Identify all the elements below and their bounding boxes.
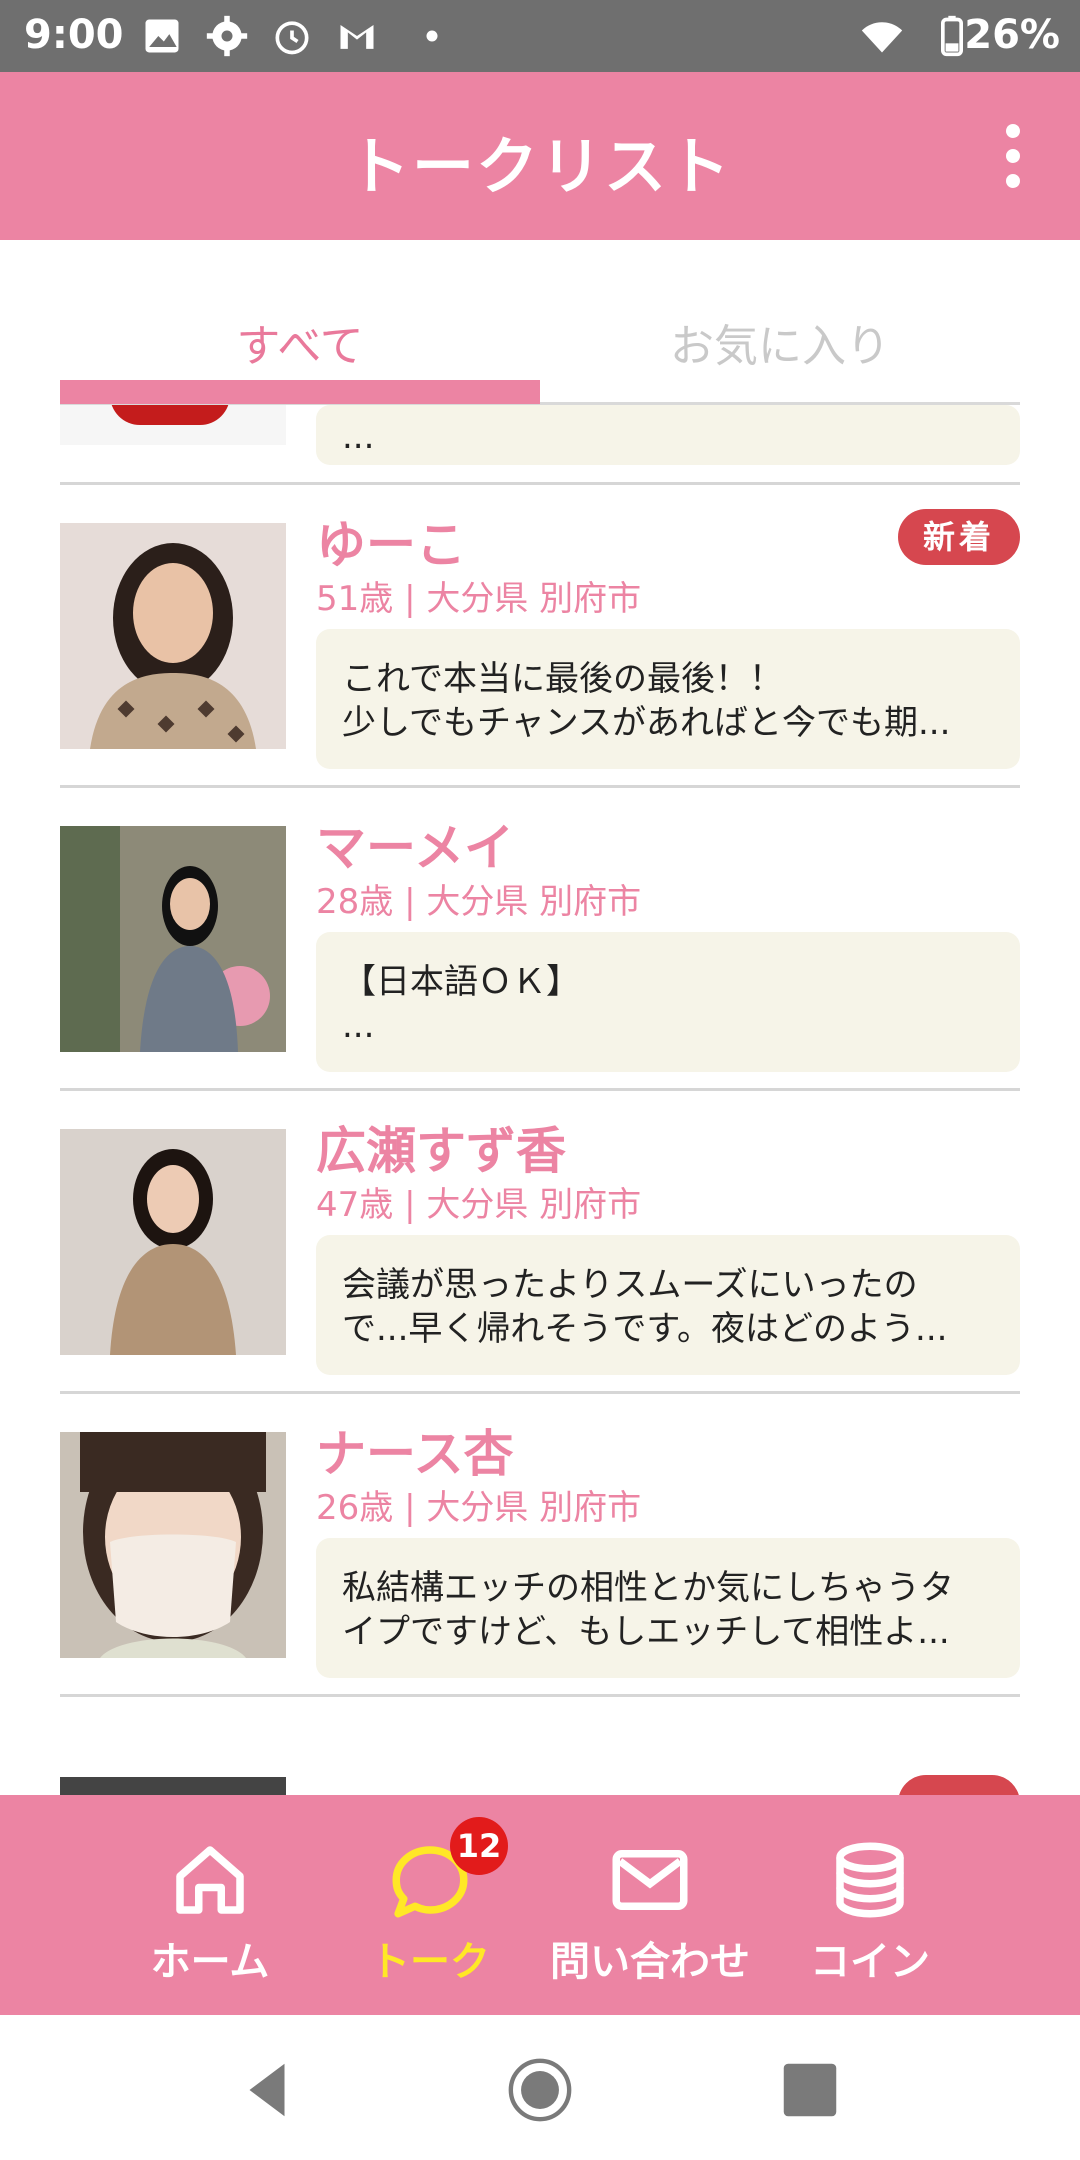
back-icon[interactable] [232, 2055, 302, 2125]
battery-percent: 26% [964, 12, 1060, 58]
unread-count-badge: 12 [450, 1817, 508, 1875]
list-item[interactable]: マーメイ 28歳 | 大分県 別府市 【日本語ＯＫ】 ... [60, 788, 1020, 1091]
avatar [60, 1777, 286, 1795]
avatar [60, 405, 286, 445]
settings-icon [206, 15, 248, 57]
tab-bar: すべて お気に入り [60, 240, 1020, 406]
avatar [60, 523, 286, 749]
tab-all[interactable]: すべて [60, 310, 540, 374]
user-name: ゆーこ [316, 516, 466, 574]
gmail-icon [340, 25, 374, 49]
home-button-icon[interactable] [505, 2055, 575, 2125]
home-icon [176, 1846, 244, 1914]
list-item[interactable]: ゆーこ 新着 51歳 | 大分県 別府市 これで本当に最後の最後！！ 少しでもチ… [60, 485, 1020, 788]
nav-talk[interactable]: 12 トーク [320, 1795, 540, 2015]
message-preview: ... [316, 405, 1020, 465]
system-navigation-bar [0, 2015, 1080, 2160]
coins-icon [836, 1842, 904, 1918]
message-preview: 【日本語ＯＫ】 ... [316, 932, 1020, 1072]
avatar [60, 826, 286, 1052]
alarm-icon [275, 21, 309, 55]
message-preview: これで本当に最後の最後！！ 少しでもチャンスがあればと今でも期... [316, 629, 1020, 769]
list-item[interactable]: 広瀬すず香 47歳 | 大分県 別府市 会議が思ったよりスムーズにいったの で.… [60, 1091, 1020, 1394]
image-icon [145, 19, 179, 53]
mail-icon [612, 1850, 688, 1910]
message-preview: 私結構エッチの相性とか気にしちゃうタ イプですけど、もしエッチして相性よ... [316, 1538, 1020, 1678]
status-bar: 9:00 26% [0, 0, 1080, 72]
user-name: ナース杏 [316, 1425, 514, 1483]
bottom-navigation: ホーム 12 トーク 問い合わせ コイン [0, 1795, 1080, 2015]
avatar [60, 1432, 286, 1658]
nav-home[interactable]: ホーム [100, 1795, 320, 2015]
overflow-menu-icon[interactable] [1006, 124, 1022, 188]
tab-favorites[interactable]: お気に入り [540, 310, 1020, 374]
nav-inquiry[interactable]: 問い合わせ [540, 1795, 760, 2015]
conversation-list[interactable]: ... ゆーこ 新着 51歳 | 大分県 別府市 これで本当に最後の最後！！ 少… [60, 405, 1020, 1795]
app-header: トークリスト [0, 72, 1080, 240]
notification-dot-icon [426, 30, 438, 42]
page-title: トークリスト [347, 130, 732, 203]
recents-icon[interactable] [775, 2055, 845, 2125]
new-badge: 新着 [898, 509, 1020, 565]
user-meta: 47歳 | 大分県 別府市 [316, 1185, 642, 1225]
user-meta: 26歳 | 大分県 別府市 [316, 1488, 642, 1528]
user-name: マーメイ [316, 819, 514, 877]
user-name: 広瀬すず香 [316, 1122, 566, 1180]
message-preview: 会議が思ったよりスムーズにいったの で...早く帰れそうです。夜はどのよう... [316, 1235, 1020, 1375]
wifi-icon [861, 22, 903, 53]
list-item[interactable]: ... [60, 405, 1020, 485]
status-time: 9:00 [24, 12, 124, 58]
tab-active-indicator [60, 380, 540, 404]
nav-coin[interactable]: コイン [760, 1795, 980, 2015]
avatar [60, 1129, 286, 1355]
new-badge [898, 1775, 1020, 1795]
user-meta: 28歳 | 大分県 別府市 [316, 882, 642, 922]
user-meta: 51歳 | 大分県 別府市 [316, 579, 642, 619]
list-item[interactable]: ナース杏 26歳 | 大分県 別府市 私結構エッチの相性とか気にしちゃうタ イプ… [60, 1394, 1020, 1697]
